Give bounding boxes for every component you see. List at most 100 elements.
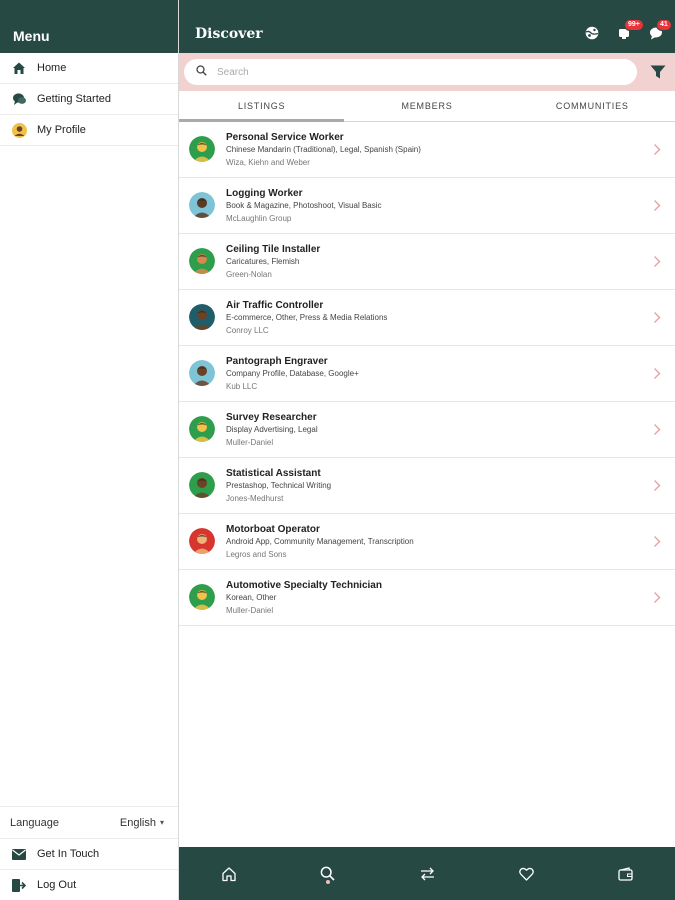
log-out-button[interactable]: Log Out xyxy=(0,869,178,900)
sidebar-item-home[interactable]: Home xyxy=(0,53,178,84)
chevron-right-icon xyxy=(653,367,661,380)
language-selector[interactable]: Language English ▾ xyxy=(0,806,178,838)
sidebar-item-label: My Profile xyxy=(37,124,86,136)
page-title: Discover xyxy=(195,26,263,42)
listing-tags: Android App, Community Management, Trans… xyxy=(226,537,414,546)
chevron-right-icon xyxy=(653,423,661,436)
listing-title: Personal Service Worker xyxy=(226,132,344,143)
sidebar-item-my-profile[interactable]: My Profile xyxy=(0,115,178,146)
search-band xyxy=(179,53,675,91)
listing-company: Muller-Daniel xyxy=(226,438,274,447)
chevron-right-icon xyxy=(653,311,661,324)
nav-favorites-button[interactable] xyxy=(477,847,576,900)
listing-company: Conroy LLC xyxy=(226,326,269,335)
search-icon xyxy=(320,866,335,881)
sidebar-item-label: Home xyxy=(37,62,67,74)
chevron-down-icon: ▾ xyxy=(159,818,164,827)
mail-icon xyxy=(11,847,27,861)
bottom-nav xyxy=(179,847,675,900)
language-label: Language xyxy=(10,816,59,829)
tab-listings[interactable]: LISTINGS xyxy=(179,91,345,122)
tab-members[interactable]: MEMBERS xyxy=(344,91,509,121)
chevron-right-icon xyxy=(653,479,661,492)
chevron-right-icon xyxy=(653,199,661,212)
listing-tags: Prestashop, Technical Writing xyxy=(226,481,332,490)
avatar xyxy=(189,360,215,386)
messages-button[interactable]: 41 xyxy=(647,19,672,42)
listing-tags: Korean, Other xyxy=(226,593,277,602)
chevron-right-icon xyxy=(653,591,661,604)
search-box[interactable] xyxy=(184,59,637,85)
listing-company: Wiza, Kiehn and Weber xyxy=(226,158,310,167)
listing-tags: Display Advertising, Legal xyxy=(226,425,318,434)
log-out-label: Log Out xyxy=(37,879,77,891)
top-icons: 99+ 41 xyxy=(569,19,672,42)
listing-title: Survey Researcher xyxy=(226,412,317,423)
tab-communities[interactable]: COMMUNITIES xyxy=(510,91,675,121)
avatar xyxy=(189,416,215,442)
listing-title: Automotive Specialty Technician xyxy=(226,580,382,591)
listing-title: Logging Worker xyxy=(226,188,303,199)
listing-row[interactable]: Automotive Specialty Technician Korean, O… xyxy=(179,570,675,626)
get-in-touch-button[interactable]: Get In Touch xyxy=(0,838,178,869)
listing-row[interactable]: Personal Service Worker Chinese Mandarin … xyxy=(179,122,675,178)
listing-tags: E-commerce, Other, Press & Media Relatio… xyxy=(226,313,388,322)
notification-badge: 99+ xyxy=(624,19,644,31)
listing-row[interactable]: Logging Worker Book & Magazine, Photoshoo… xyxy=(179,178,675,234)
sidebar-item-label: Getting Started xyxy=(37,93,111,105)
messages-badge: 41 xyxy=(656,19,672,31)
listing-tags: Caricatures, Flemish xyxy=(226,257,300,266)
listing-company: McLaughlin Group xyxy=(226,214,292,223)
exchange-arrows-icon xyxy=(420,867,434,880)
search-icon xyxy=(196,63,207,81)
get-in-touch-label: Get In Touch xyxy=(37,848,100,860)
chevron-right-icon xyxy=(653,143,661,156)
listing-tags: Book & Magazine, Photoshoot, Visual Basi… xyxy=(226,201,382,210)
chevron-right-icon xyxy=(653,255,661,268)
logout-icon xyxy=(11,878,27,892)
listing-list: Personal Service Worker Chinese Mandarin … xyxy=(179,122,675,626)
wallet-icon xyxy=(618,866,633,881)
listing-title: Statistical Assistant xyxy=(226,468,321,479)
listing-title: Air Traffic Controller xyxy=(226,300,324,311)
language-value-wrap: English ▾ xyxy=(120,817,164,829)
listing-row[interactable]: Motorboat Operator Android App, Community… xyxy=(179,514,675,570)
listing-row[interactable]: Air Traffic Controller E-commerce, Other,… xyxy=(179,290,675,346)
avatar xyxy=(189,472,215,498)
language-value: English xyxy=(119,816,156,829)
avatar xyxy=(189,528,215,554)
listing-company: Jones-Medhurst xyxy=(226,494,284,503)
sidebar: Menu Home Getting Started My Profile Lan… xyxy=(0,0,179,900)
listing-row[interactable]: Ceiling Tile Installer Caricatures, Flemi… xyxy=(179,234,675,290)
nav-wallet-button[interactable] xyxy=(576,847,675,900)
listing-tags: Company Profile, Database, Google+ xyxy=(226,369,359,378)
listing-tags: Chinese Mandarin (Traditional), Legal, S… xyxy=(226,145,421,154)
avatar xyxy=(189,304,215,330)
nav-exchange-button[interactable] xyxy=(377,847,476,900)
globe-icon[interactable] xyxy=(583,24,601,42)
chevron-right-icon xyxy=(653,535,661,548)
avatar xyxy=(189,248,215,274)
home-outline-icon xyxy=(221,866,236,881)
sidebar-item-getting-started[interactable]: Getting Started xyxy=(0,84,178,115)
listing-title: Pantograph Engraver xyxy=(226,356,328,367)
search-input[interactable] xyxy=(217,66,597,78)
listing-title: Motorboat Operator xyxy=(226,524,320,535)
nav-home-button[interactable] xyxy=(179,847,278,900)
avatar xyxy=(189,192,215,218)
listing-company: Legros and Sons xyxy=(226,550,287,559)
home-icon xyxy=(11,60,27,76)
avatar xyxy=(189,136,215,162)
nav-discover-button[interactable] xyxy=(278,847,377,900)
filter-icon[interactable] xyxy=(650,65,666,79)
notifications-button[interactable]: 99+ xyxy=(615,19,644,42)
listing-row[interactable]: Survey Researcher Display Advertising, Le… xyxy=(179,402,675,458)
avatar xyxy=(189,584,215,610)
sidebar-bottom: Language English ▾ Get In Touch Log Out xyxy=(0,806,178,900)
listing-row[interactable]: Statistical Assistant Prestashop, Technic… xyxy=(179,458,675,514)
profile-avatar-icon xyxy=(11,122,27,138)
tabs: LISTINGS MEMBERS COMMUNITIES xyxy=(179,91,675,122)
listing-row[interactable]: Pantograph Engraver Company Profile, Data… xyxy=(179,346,675,402)
main-panel: Discover 99+ 41 LISTINGS M xyxy=(179,0,675,900)
listing-company: Green-Nolan xyxy=(226,270,272,279)
